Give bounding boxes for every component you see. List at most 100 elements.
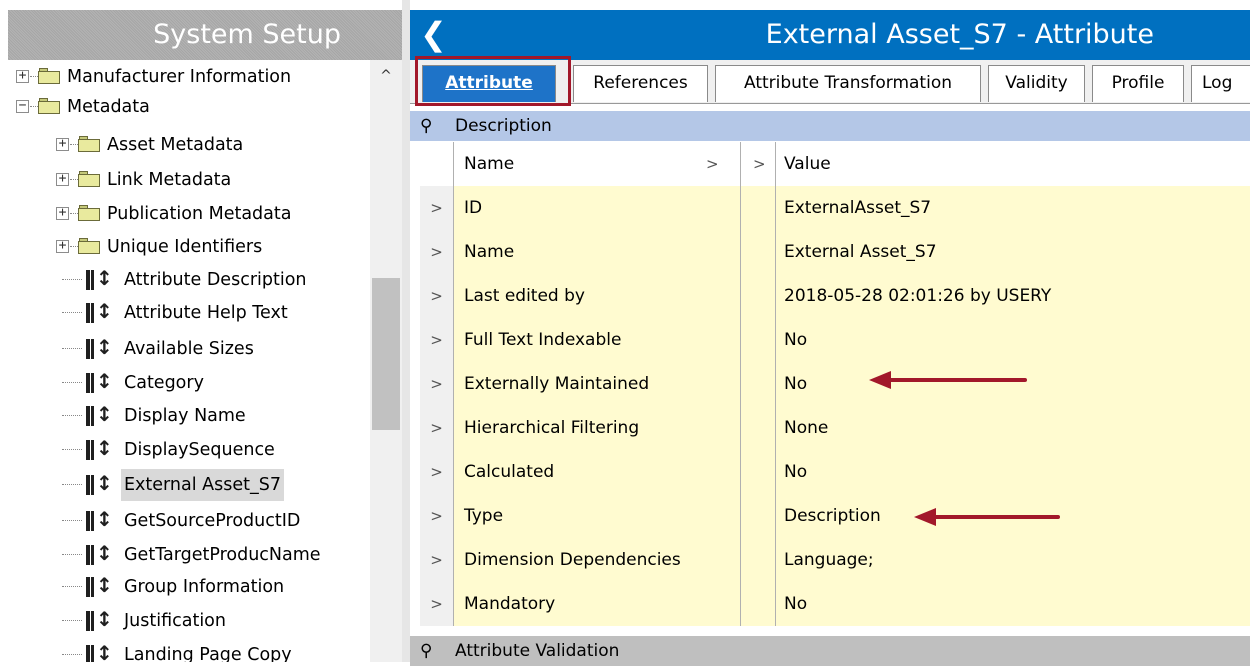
tree-scrollbar[interactable]: ^ (370, 60, 402, 662)
scroll-thumb[interactable] (372, 278, 400, 430)
back-chevron-icon[interactable]: ❮ (420, 14, 447, 54)
property-spacer-cell (741, 406, 776, 450)
tree-folder-item[interactable]: + Unique Identifiers (0, 231, 370, 263)
property-row[interactable]: > Hierarchical Filtering None (420, 406, 1250, 450)
property-value[interactable]: 2018-05-28 02:01:26 by USERY (776, 274, 1250, 318)
tab-attribute-transformation[interactable]: Attribute Transformation (715, 65, 981, 102)
value-column-header[interactable]: Value (776, 142, 1250, 186)
property-value[interactable]: No (776, 318, 1250, 362)
property-name: ID (454, 186, 741, 230)
row-expand-icon[interactable]: > (420, 186, 454, 230)
tree-folder-item[interactable]: + Asset Metadata (0, 129, 370, 161)
description-section-header[interactable]: ⚲ Description (410, 111, 1250, 141)
property-row[interactable]: > Name External Asset_S7 (420, 230, 1250, 274)
row-expand-icon[interactable]: > (420, 450, 454, 494)
tab-references[interactable]: References (573, 65, 708, 102)
pane-splitter[interactable] (402, 0, 410, 662)
attribute-icon: ↕ (84, 607, 113, 632)
row-expand-icon[interactable]: > (420, 230, 454, 274)
attribute-icon: ↕ (84, 641, 113, 662)
tree-item-label: Link Metadata (107, 170, 232, 190)
property-row[interactable]: > Mandatory No (420, 582, 1250, 626)
tree-attribute-item[interactable]: ↕ DisplaySequence (0, 434, 370, 466)
tree-connector (62, 279, 82, 280)
pin-icon: ⚲ (420, 116, 433, 136)
attribute-icon: ↕ (84, 266, 113, 291)
row-expand-icon[interactable]: > (420, 538, 454, 582)
property-name: Last edited by (454, 274, 741, 318)
description-section-label: Description (455, 116, 552, 136)
tab-profile[interactable]: Profile (1092, 65, 1184, 102)
expand-icon[interactable]: + (56, 206, 69, 220)
name-column-label: Name (464, 154, 515, 174)
property-value[interactable]: Language; (776, 538, 1250, 582)
attribute-icon: ↕ (84, 507, 113, 532)
tree-connector (70, 213, 78, 214)
tree-attribute-item[interactable]: ↕ External Asset_S7 (0, 469, 370, 501)
editor-tab-bar: Attribute References Attribute Transform… (410, 60, 1250, 104)
property-spacer-cell (741, 186, 776, 230)
property-row[interactable]: > Calculated No (420, 450, 1250, 494)
tree-attribute-item[interactable]: ↕ Attribute Description (0, 264, 370, 296)
expand-icon[interactable]: + (56, 239, 69, 253)
tree-item-label: Attribute Description (124, 270, 307, 290)
property-row[interactable]: > Dimension Dependencies Language; (420, 538, 1250, 582)
property-value[interactable]: No (776, 450, 1250, 494)
tree-folder-item[interactable]: + Manufacturer Information (0, 61, 370, 93)
tree-connector (62, 620, 82, 621)
expand-icon[interactable]: + (56, 172, 69, 186)
tree-attribute-item[interactable]: ↕ GetSourceProductID (0, 505, 370, 537)
property-spacer-cell (741, 450, 776, 494)
tree-item-label: Justification (124, 611, 226, 631)
tree-connector (62, 484, 82, 485)
row-expand-icon[interactable]: > (420, 362, 454, 406)
attribute-icon: ↕ (84, 299, 113, 324)
editor-pane: ❮ External Asset_S7 - Attribute Attribut… (410, 0, 1250, 666)
expand-icon[interactable]: + (16, 69, 29, 83)
tree-attribute-item[interactable]: ↕ GetTargetProducName (0, 539, 370, 571)
mid-column-header: > (741, 142, 776, 186)
tree-attribute-item[interactable]: ↕ Group Information (0, 571, 370, 603)
property-value[interactable]: None (776, 406, 1250, 450)
tree-attribute-item[interactable]: ↕ Justification (0, 605, 370, 637)
row-expand-icon[interactable]: > (420, 406, 454, 450)
tree-folder-item[interactable]: − Metadata (0, 91, 370, 123)
attribute-icon: ↕ (84, 541, 113, 566)
annotation-arrow-externally-maintained (869, 371, 1027, 389)
name-column-header[interactable]: Name > (454, 142, 741, 186)
tree-connector (62, 348, 82, 349)
property-row[interactable]: > Type Description (420, 494, 1250, 538)
annotation-arrow-type (914, 508, 1060, 526)
attribute-icon: ↕ (84, 335, 113, 360)
property-value[interactable]: External Asset_S7 (776, 230, 1250, 274)
tree-attribute-item[interactable]: ↕ Attribute Help Text (0, 297, 370, 329)
tree-attribute-item[interactable]: ↕ Display Name (0, 400, 370, 432)
property-spacer-cell (741, 362, 776, 406)
row-expand-icon[interactable]: > (420, 494, 454, 538)
tab-validity[interactable]: Validity (988, 65, 1085, 102)
tree-connector (70, 144, 78, 145)
tree-attribute-item[interactable]: ↕ Category (0, 367, 370, 399)
property-row[interactable]: > ID ExternalAsset_S7 (420, 186, 1250, 230)
scroll-up-icon[interactable]: ^ (378, 68, 394, 84)
tab-log[interactable]: Log (1191, 65, 1250, 102)
row-expand-icon[interactable]: > (420, 582, 454, 626)
collapse-icon[interactable]: − (16, 99, 29, 113)
property-row[interactable]: > Last edited by 2018-05-28 02:01:26 by US… (420, 274, 1250, 318)
tree-item-label-selected: External Asset_S7 (121, 469, 284, 501)
expand-icon[interactable]: + (56, 137, 69, 151)
system-setup-pane: System Setup + Manufacturer Information − M… (0, 0, 403, 662)
row-expand-icon[interactable]: > (420, 318, 454, 362)
tree-folder-item[interactable]: + Publication Metadata (0, 198, 370, 230)
property-name: Name (454, 230, 741, 274)
property-row[interactable]: > Externally Maintained No (420, 362, 1250, 406)
row-expand-icon[interactable]: > (420, 274, 454, 318)
tree-attribute-item[interactable]: ↕ Available Sizes (0, 333, 370, 365)
property-value[interactable]: No (776, 582, 1250, 626)
property-row[interactable]: > Full Text Indexable No (420, 318, 1250, 362)
tree-folder-item[interactable]: + Link Metadata (0, 164, 370, 196)
tree-item-label: Metadata (67, 97, 150, 117)
property-value[interactable]: ExternalAsset_S7 (776, 186, 1250, 230)
tab-attribute[interactable]: Attribute (422, 65, 556, 102)
tree-attribute-item[interactable]: ↕ Landing Page Copy (0, 639, 370, 662)
